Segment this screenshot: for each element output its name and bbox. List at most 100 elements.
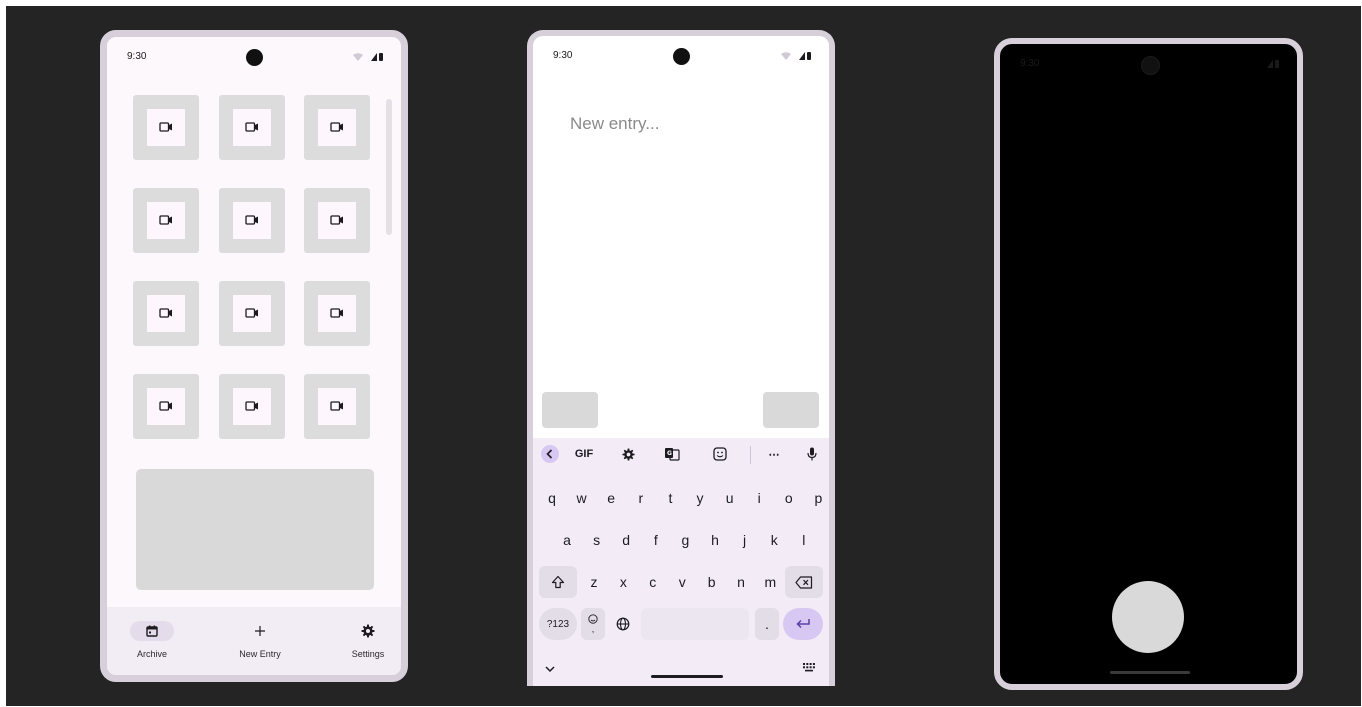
keyboard-settings-button[interactable] — [617, 444, 639, 464]
video-tile[interactable] — [219, 188, 285, 253]
video-camera-icon — [245, 122, 258, 132]
soft-keyboard: GIF G ⋯ q w e r t y u i o p a s d f g h … — [533, 438, 829, 686]
home-indicator[interactable] — [1110, 671, 1190, 674]
video-camera-icon — [159, 308, 172, 318]
key-g[interactable]: g — [671, 524, 699, 556]
right-action-button[interactable] — [763, 392, 819, 428]
video-tile[interactable] — [133, 374, 199, 439]
keyboard-back-button[interactable] — [540, 444, 560, 464]
video-tile[interactable] — [219, 281, 285, 346]
video-camera-icon — [330, 122, 343, 132]
key-c[interactable]: c — [639, 566, 667, 598]
phone-new-entry: 9:30 New entry... GIF G ⋯ q w e r t y u … — [527, 30, 835, 686]
nav-archive[interactable]: Archive — [107, 619, 197, 659]
key-k[interactable]: k — [760, 524, 788, 556]
video-thumbnail — [318, 109, 356, 146]
plus-icon — [255, 626, 265, 636]
key-n[interactable]: n — [727, 566, 755, 598]
signal-battery-icon — [781, 52, 811, 60]
shutter-button[interactable] — [1112, 581, 1184, 653]
svg-text:G: G — [667, 450, 672, 457]
keyboard-layout-button[interactable] — [803, 659, 815, 677]
gif-button[interactable]: GIF — [569, 444, 599, 464]
key-j[interactable]: j — [731, 524, 759, 556]
more-button[interactable]: ⋯ — [763, 444, 785, 464]
key-w[interactable]: w — [568, 482, 596, 514]
video-tile[interactable] — [133, 95, 199, 160]
key-f[interactable]: f — [642, 524, 670, 556]
video-tile[interactable] — [219, 95, 285, 160]
key-i[interactable]: i — [745, 482, 773, 514]
preview-card[interactable] — [136, 469, 374, 590]
key-b[interactable]: b — [698, 566, 726, 598]
key-r[interactable]: r — [627, 482, 655, 514]
video-tile[interactable] — [304, 188, 370, 253]
video-camera-icon — [245, 308, 258, 318]
nav-new-entry[interactable]: New Entry — [215, 619, 305, 659]
entry-text-field[interactable]: New entry... — [570, 114, 659, 134]
keyboard-icon — [803, 663, 815, 672]
translate-button[interactable]: G — [661, 444, 683, 464]
symbols-key[interactable]: ?123 — [539, 608, 577, 640]
language-key[interactable] — [609, 608, 637, 640]
key-e[interactable]: e — [597, 482, 625, 514]
mic-button[interactable] — [801, 444, 823, 464]
gear-icon — [361, 624, 375, 638]
left-action-button[interactable] — [542, 392, 598, 428]
video-thumbnail — [147, 202, 185, 239]
key-z[interactable]: z — [580, 566, 608, 598]
video-tile[interactable] — [133, 281, 199, 346]
sticker-icon — [713, 447, 727, 461]
camera-cutout — [673, 48, 690, 65]
back-chevron-icon — [541, 445, 559, 463]
translate-icon: G — [665, 448, 680, 461]
video-camera-icon — [159, 122, 172, 132]
video-thumbnail — [147, 109, 185, 146]
period-key[interactable]: . — [755, 608, 779, 640]
key-v[interactable]: v — [668, 566, 696, 598]
enter-icon — [796, 619, 810, 629]
backspace-key[interactable] — [785, 566, 823, 598]
shift-icon — [551, 575, 565, 589]
video-camera-icon — [159, 215, 172, 225]
status-time: 9:30 — [127, 51, 147, 62]
key-s[interactable]: s — [583, 524, 611, 556]
backspace-icon — [795, 575, 813, 589]
key-u[interactable]: u — [716, 482, 744, 514]
video-tile[interactable] — [304, 374, 370, 439]
shift-key[interactable] — [539, 566, 577, 598]
key-h[interactable]: h — [701, 524, 729, 556]
video-tile[interactable] — [304, 281, 370, 346]
key-d[interactable]: d — [612, 524, 640, 556]
home-indicator[interactable] — [651, 675, 723, 678]
video-tile[interactable] — [304, 95, 370, 160]
key-o[interactable]: o — [775, 482, 803, 514]
key-y[interactable]: y — [686, 482, 714, 514]
video-tile[interactable] — [219, 374, 285, 439]
emoji-icon — [588, 614, 598, 624]
space-key[interactable] — [641, 608, 749, 640]
scrollbar[interactable] — [386, 99, 392, 235]
hide-keyboard-button[interactable] — [545, 660, 555, 678]
status-bar: 9:30 — [107, 37, 401, 71]
key-l[interactable]: l — [790, 524, 818, 556]
key-x[interactable]: x — [609, 566, 637, 598]
video-thumbnail — [318, 295, 356, 332]
nav-label: Archive — [136, 649, 167, 659]
nav-settings[interactable]: Settings — [323, 619, 401, 659]
sticker-button[interactable] — [709, 444, 731, 464]
key-q[interactable]: q — [538, 482, 566, 514]
key-p[interactable]: p — [804, 482, 829, 514]
key-t[interactable]: t — [656, 482, 684, 514]
video-thumbnail — [318, 202, 356, 239]
key-m[interactable]: m — [756, 566, 784, 598]
key-a[interactable]: a — [553, 524, 581, 556]
signal-battery-icon — [353, 53, 383, 61]
video-camera-icon — [245, 401, 258, 411]
enter-key[interactable] — [783, 608, 823, 640]
video-tile[interactable] — [133, 188, 199, 253]
video-thumbnail — [233, 295, 271, 332]
phone-camera: 9:30 — [994, 38, 1303, 690]
emoji-comma-key[interactable]: , — [581, 608, 605, 640]
canvas: 9:30 Archive New Entry Settings 9:30 New… — [6, 6, 1361, 706]
